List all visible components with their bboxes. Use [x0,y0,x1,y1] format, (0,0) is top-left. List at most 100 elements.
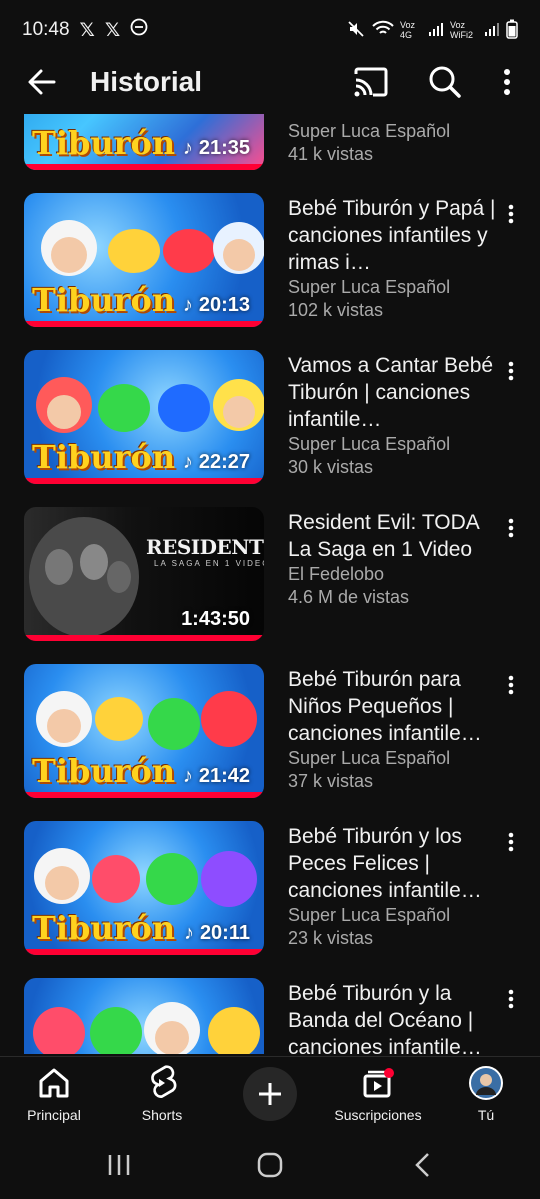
video-item[interactable]: Bebé Tiburón y la Banda del Océano | can… [0,978,540,1054]
more-options-button[interactable] [490,64,524,100]
video-info: Bebé Tiburón y Papá | canciones infantil… [288,195,498,322]
thumbnail-art [33,1002,260,1054]
duration-badge: ♪ 21:42 [182,765,250,787]
x-notification-icon: 𝕏 [79,19,95,41]
video-thumbnail[interactable]: Tiburón ♪ 20:11 [24,821,264,955]
video-title[interactable]: Bebé Tiburón y la Banda del Océano | can… [288,980,498,1054]
video-item[interactable]: Tiburón ♪ 20:11 Bebé Tiburón y los Peces … [0,821,540,961]
video-thumbnail[interactable]: Tiburón ♪ 20:13 [24,193,264,327]
create-button[interactable] [243,1067,297,1121]
history-list[interactable]: Tiburón ♪ 21:35 Super Luca Español 41 k v… [0,114,540,1054]
video-title[interactable]: Bebé Tiburón para Niños Pequeños | canci… [288,666,498,747]
channel-name[interactable]: Super Luca Español [288,120,498,143]
nav-shorts-label: Shorts [141,1107,183,1123]
x-notification-icon: 𝕏 [104,19,121,41]
home-system-button[interactable] [255,1150,285,1180]
duration-badge: ♪ 20:11 [183,922,250,944]
channel-name[interactable]: El Fedelobo [288,563,498,586]
nav-subscriptions[interactable]: Suscripciones [330,1065,426,1123]
home-icon [39,1068,69,1098]
nav-home-label: Principal [27,1107,81,1123]
video-item[interactable]: Tiburón ♪ 21:35 Super Luca Español 41 k v… [0,114,540,176]
home-circle-icon [257,1152,283,1178]
app-header: Historial [0,60,540,104]
search-icon [429,66,461,98]
more-vert-icon [508,518,514,538]
music-note-icon: ♪ [182,451,193,473]
video-menu-button[interactable] [500,201,522,227]
recent-apps-button[interactable] [104,1150,134,1180]
thumbnail-logo: Tiburón [32,124,176,162]
channel-name[interactable]: Super Luca Español [288,276,498,299]
music-note-icon: ♪ [182,294,193,316]
video-menu-button[interactable] [500,358,522,384]
duration-badge: ♪ 22:27 [182,451,250,473]
video-title[interactable]: Bebé Tiburón y los Peces Felices | canci… [288,823,498,904]
more-vert-icon [508,204,514,224]
duration-badge: ♪ 20:13 [182,294,250,316]
more-vert-icon [508,832,514,852]
channel-name[interactable]: Super Luca Español [288,433,498,456]
back-system-button[interactable] [408,1150,438,1180]
avatar [469,1066,503,1100]
watch-progress [24,164,264,170]
video-thumbnail[interactable]: RESIDENT EVIL LA SAGA EN 1 VIDEO 1:43:50 [24,507,264,641]
watch-progress [24,478,264,484]
bottom-navigation: Principal Shorts Suscripciones Tú [0,1056,540,1137]
thumbnail-logo: Tiburón [32,909,176,947]
cast-icon [354,67,388,97]
nav-you[interactable]: Tú [466,1065,506,1123]
channel-name[interactable]: Super Luca Español [288,747,498,770]
signal-icon [428,21,444,40]
video-thumbnail[interactable]: Tiburón ♪ 22:27 [24,350,264,484]
view-count: 37 k vistas [288,771,374,791]
more-vert-icon [508,989,514,1009]
watch-progress [24,792,264,798]
arrow-left-icon [28,69,56,95]
video-thumbnail[interactable]: Tiburón ♪ 21:35 [24,114,264,170]
video-menu-button[interactable] [500,515,522,541]
nav-shorts[interactable]: Shorts [134,1065,190,1123]
system-navigation [0,1136,540,1199]
network-label: Voz 4G [400,20,416,40]
video-thumbnail[interactable]: Tiburón ♪ 21:42 [24,664,264,798]
view-count: 4.6 M de vistas [288,587,410,607]
view-count: 30 k vistas [288,457,374,477]
watch-progress [24,635,264,641]
back-chevron-icon [415,1153,429,1177]
video-info: Vamos a Cantar Bebé Tiburón | canciones … [288,352,498,479]
signal-icon [484,21,500,40]
video-title[interactable]: Vamos a Cantar Bebé Tiburón | canciones … [288,352,498,433]
channel-name[interactable]: Super Luca Español [288,904,498,927]
video-info: Super Luca Español 41 k vistas [288,120,498,166]
more-vert-icon [508,361,514,381]
video-title[interactable]: Resident Evil: TODA La Saga en 1 Video [288,509,498,563]
nav-home[interactable]: Principal [24,1065,84,1123]
back-button[interactable] [24,64,60,100]
shorts-icon [151,1065,177,1098]
video-item[interactable]: RESIDENT EVIL LA SAGA EN 1 VIDEO 1:43:50… [0,507,540,647]
do-not-disturb-icon [130,18,148,42]
search-button[interactable] [426,64,464,100]
video-info: Bebé Tiburón y la Banda del Océano | can… [288,980,498,1054]
thumbnail-subtitle: LA SAGA EN 1 VIDEO [154,559,264,568]
video-item[interactable]: Tiburón ♪ 21:42 Bebé Tiburón para Niños P… [0,664,540,804]
video-menu-button[interactable] [500,986,522,1012]
thumbnail-logo: RESIDENT EVIL [146,535,264,559]
watch-progress [24,949,264,955]
view-count: 23 k vistas [288,928,374,948]
video-item[interactable]: Tiburón ♪ 22:27 Vamos a Cantar Bebé Tibur… [0,350,540,490]
thumbnail-logo: Tiburón [32,438,176,476]
wifi-icon [372,20,394,41]
video-thumbnail[interactable] [24,978,264,1054]
nav-subscriptions-label: Suscripciones [334,1107,422,1123]
view-count: 102 k vistas [288,300,384,320]
video-menu-button[interactable] [500,829,522,855]
video-menu-button[interactable] [500,672,522,698]
video-title[interactable]: Bebé Tiburón y Papá | canciones infantil… [288,195,498,276]
music-note-icon: ♪ [182,137,193,159]
video-info: Resident Evil: TODA La Saga en 1 Video E… [288,509,498,609]
video-item[interactable]: Tiburón ♪ 20:13 Bebé Tiburón y Papá | can… [0,193,540,333]
cast-button[interactable] [352,64,390,100]
music-note-icon: ♪ [182,765,193,787]
